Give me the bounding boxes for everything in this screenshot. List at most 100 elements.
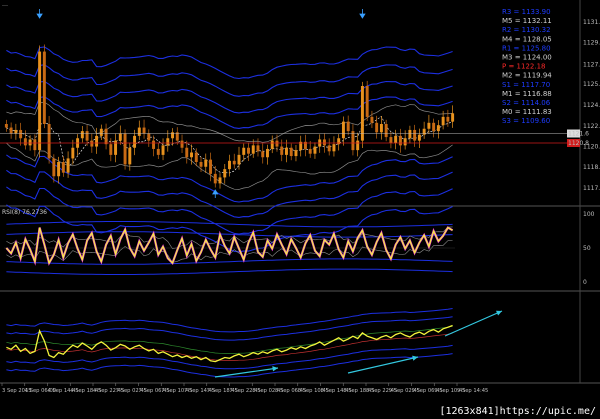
candle-body (270, 140, 274, 149)
candle-body (242, 147, 246, 155)
candle-body (209, 159, 212, 174)
candle-body (185, 147, 189, 158)
time-tick-label: 9 Sep 14:45 (457, 388, 488, 394)
price-tick-label: 1122.25 (583, 123, 600, 130)
red-price-tag: 1120.8 (568, 140, 589, 147)
candle-body (52, 158, 56, 177)
candle-body (137, 127, 141, 136)
candle-body (9, 127, 13, 134)
candle-body (389, 137, 393, 143)
candle-body (109, 144, 113, 155)
candle-body (71, 147, 75, 159)
candle-body (218, 177, 222, 184)
candle-body (156, 148, 160, 155)
candle-body (204, 159, 208, 167)
candle-body (289, 147, 293, 157)
candle-body (408, 129, 412, 139)
candle-body (14, 129, 18, 134)
candle-body (266, 148, 269, 158)
candle-body (341, 121, 345, 139)
candle-body (61, 162, 65, 173)
candle-body (275, 140, 279, 147)
candle-body (199, 162, 203, 167)
pivot-level-label: M2 = 1119.94 (502, 72, 552, 80)
candle-body (4, 124, 8, 128)
pivot-level-label: P = 1122.18 (502, 63, 545, 71)
pivot-level-label: S3 = 1109.60 (502, 117, 550, 125)
candle-body (104, 128, 108, 145)
candle-body (375, 122, 379, 133)
candle-body (147, 133, 151, 141)
candle-body (365, 86, 369, 117)
candle-body (351, 131, 355, 151)
candle-body (66, 158, 70, 173)
candle-body (417, 134, 421, 141)
current-price-tag: 1121.6 (568, 131, 589, 138)
candle-body (403, 138, 407, 146)
chart-window: … R3 = 1133.90 M5 = 1132.11 R2 = 1130.32 M4… (0, 0, 600, 419)
pivot-level-label: S1 = 1117.70 (502, 81, 550, 89)
candle-body (228, 160, 231, 170)
pivot-levels-legend: R3 = 1133.90M5 = 1132.11R2 = 1130.32M4 =… (502, 8, 552, 125)
price-tick-label: 1117.0 (583, 185, 600, 192)
price-tick-label: 1125.75 (583, 81, 600, 88)
candle-body (133, 135, 137, 148)
price-tick-label: 1129.25 (583, 40, 600, 47)
candle-body (57, 162, 61, 177)
candle-body (432, 122, 436, 132)
candle-body (38, 51, 42, 151)
candle-body (251, 145, 255, 154)
pivot-level-label: R3 = 1133.90 (502, 8, 551, 16)
candle-body (223, 169, 227, 178)
pivot-level-label: M1 = 1116.88 (502, 90, 552, 98)
candle-body (322, 139, 326, 146)
candle-body (47, 124, 51, 159)
pivot-level-label: M5 = 1132.11 (502, 17, 552, 25)
pivot-level-label: M4 = 1128.05 (502, 35, 552, 43)
pivot-level-label: S2 = 1114.06 (502, 99, 551, 107)
candle-body (180, 140, 184, 148)
candle-body (284, 147, 288, 155)
candle-body (123, 133, 127, 165)
pivot-level-label: M3 = 1124.00 (502, 54, 552, 62)
candle-body (313, 146, 317, 154)
candle-body (332, 144, 336, 152)
candle-body (28, 139, 32, 146)
candle-body (194, 152, 198, 162)
candle-body (161, 145, 165, 155)
candle-body (451, 113, 455, 122)
candle-body (346, 121, 350, 132)
candle-body (19, 129, 23, 139)
price-tick-label: 1131.0 (583, 19, 600, 26)
pivot-level-label: R1 = 1125.80 (502, 44, 551, 52)
candle-body (247, 147, 250, 154)
candle-body (280, 146, 284, 155)
candle-body (394, 135, 398, 143)
candle-body (142, 127, 146, 134)
candle-body (80, 131, 84, 139)
candle-body (237, 154, 241, 165)
rsi-tick-label: 50 (583, 245, 591, 252)
image-host-watermark: [1263x841]https://upic.me/ (439, 406, 596, 417)
candle-body (360, 86, 364, 141)
trading-chart: … R3 = 1133.90M5 = 1132.11R2 = 1130.32M4… (0, 0, 600, 419)
candle-body (308, 148, 312, 154)
candle-body (23, 138, 27, 146)
candle-body (398, 135, 402, 146)
price-tick-label: 1124.0 (583, 102, 600, 109)
candle-body (356, 140, 360, 151)
price-tick-label: 1118.80 (583, 164, 600, 171)
candle-body (190, 152, 193, 158)
candle-body (446, 116, 450, 122)
pivot-level-label: R2 = 1130.32 (502, 26, 551, 34)
candle-body (85, 131, 89, 141)
candle-body (213, 173, 217, 184)
candle-body (384, 124, 388, 138)
pivot-level-label: M0 = 1111.83 (502, 108, 552, 116)
rsi-tick-label: 100 (583, 211, 595, 218)
candle-body (379, 124, 383, 133)
candle-body (441, 116, 445, 126)
candle-body (95, 135, 99, 147)
candle-body (232, 160, 236, 165)
candle-body (42, 51, 46, 124)
